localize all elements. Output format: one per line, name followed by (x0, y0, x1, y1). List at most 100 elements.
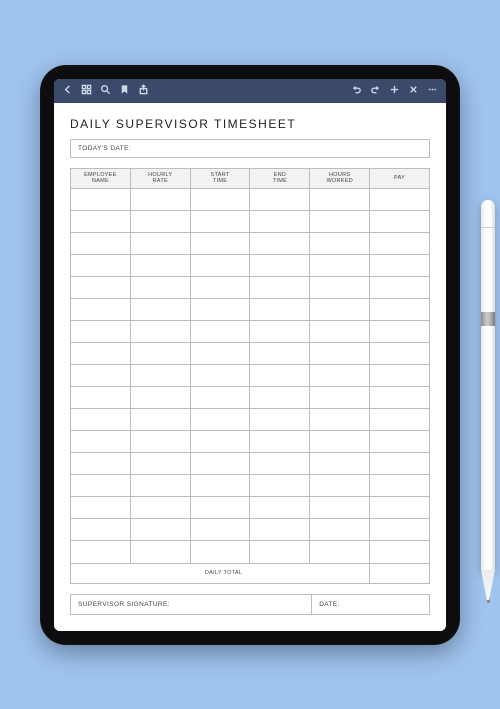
table-cell[interactable] (250, 320, 310, 342)
table-cell[interactable] (190, 453, 250, 475)
todays-date-field[interactable]: TODAY'S DATE: (70, 139, 430, 158)
table-cell[interactable] (130, 188, 190, 210)
table-cell[interactable] (130, 276, 190, 298)
table-cell[interactable] (250, 210, 310, 232)
add-icon[interactable] (389, 84, 400, 98)
table-cell[interactable] (190, 232, 250, 254)
table-cell[interactable] (310, 409, 370, 431)
table-cell[interactable] (190, 519, 250, 541)
table-cell[interactable] (130, 210, 190, 232)
table-cell[interactable] (130, 431, 190, 453)
table-cell[interactable] (71, 453, 131, 475)
table-cell[interactable] (370, 431, 430, 453)
table-cell[interactable] (190, 365, 250, 387)
table-cell[interactable] (370, 519, 430, 541)
table-cell[interactable] (71, 519, 131, 541)
table-cell[interactable] (71, 409, 131, 431)
table-cell[interactable] (370, 320, 430, 342)
table-cell[interactable] (310, 519, 370, 541)
grid-icon[interactable] (81, 84, 92, 98)
table-cell[interactable] (71, 387, 131, 409)
table-cell[interactable] (370, 387, 430, 409)
table-cell[interactable] (250, 519, 310, 541)
share-icon[interactable] (138, 84, 149, 98)
table-cell[interactable] (310, 365, 370, 387)
more-icon[interactable] (427, 84, 438, 98)
table-cell[interactable] (190, 409, 250, 431)
table-cell[interactable] (130, 497, 190, 519)
table-cell[interactable] (310, 320, 370, 342)
table-cell[interactable] (190, 387, 250, 409)
table-cell[interactable] (370, 188, 430, 210)
table-cell[interactable] (190, 475, 250, 497)
table-cell[interactable] (370, 254, 430, 276)
table-cell[interactable] (71, 541, 131, 563)
table-cell[interactable] (250, 497, 310, 519)
table-cell[interactable] (250, 431, 310, 453)
table-cell[interactable] (71, 298, 131, 320)
close-icon[interactable] (408, 84, 419, 98)
table-cell[interactable] (190, 343, 250, 365)
table-cell[interactable] (71, 320, 131, 342)
table-cell[interactable] (130, 254, 190, 276)
table-cell[interactable] (71, 497, 131, 519)
table-cell[interactable] (71, 254, 131, 276)
table-cell[interactable] (370, 497, 430, 519)
table-cell[interactable] (370, 232, 430, 254)
table-cell[interactable] (310, 387, 370, 409)
table-cell[interactable] (250, 387, 310, 409)
table-cell[interactable] (190, 497, 250, 519)
table-cell[interactable] (71, 431, 131, 453)
table-cell[interactable] (250, 343, 310, 365)
table-cell[interactable] (370, 409, 430, 431)
table-cell[interactable] (370, 276, 430, 298)
table-cell[interactable] (250, 276, 310, 298)
supervisor-signature-field[interactable]: SUPERVISOR SIGNATURE: (71, 595, 312, 614)
table-cell[interactable] (370, 343, 430, 365)
table-cell[interactable] (250, 365, 310, 387)
table-cell[interactable] (310, 276, 370, 298)
table-cell[interactable] (310, 475, 370, 497)
table-cell[interactable] (250, 188, 310, 210)
table-cell[interactable] (130, 519, 190, 541)
table-cell[interactable] (71, 188, 131, 210)
table-cell[interactable] (250, 475, 310, 497)
table-cell[interactable] (190, 298, 250, 320)
table-cell[interactable] (250, 298, 310, 320)
table-cell[interactable] (370, 210, 430, 232)
table-cell[interactable] (250, 409, 310, 431)
table-cell[interactable] (130, 541, 190, 563)
table-cell[interactable] (130, 298, 190, 320)
table-cell[interactable] (250, 254, 310, 276)
table-cell[interactable] (190, 276, 250, 298)
table-cell[interactable] (130, 409, 190, 431)
table-cell[interactable] (190, 431, 250, 453)
table-cell[interactable] (310, 254, 370, 276)
table-cell[interactable] (71, 365, 131, 387)
table-cell[interactable] (130, 232, 190, 254)
table-cell[interactable] (250, 453, 310, 475)
table-cell[interactable] (71, 210, 131, 232)
table-cell[interactable] (190, 210, 250, 232)
search-icon[interactable] (100, 84, 111, 98)
table-cell[interactable] (250, 541, 310, 563)
bookmark-icon[interactable] (119, 84, 130, 98)
table-cell[interactable] (190, 320, 250, 342)
table-cell[interactable] (370, 475, 430, 497)
table-cell[interactable] (71, 475, 131, 497)
daily-total-value[interactable] (370, 563, 430, 583)
back-icon[interactable] (62, 84, 73, 98)
table-cell[interactable] (71, 232, 131, 254)
table-cell[interactable] (130, 365, 190, 387)
table-cell[interactable] (370, 541, 430, 563)
table-cell[interactable] (130, 475, 190, 497)
table-cell[interactable] (310, 541, 370, 563)
table-cell[interactable] (310, 210, 370, 232)
table-cell[interactable] (310, 188, 370, 210)
table-cell[interactable] (130, 320, 190, 342)
table-cell[interactable] (310, 431, 370, 453)
table-cell[interactable] (190, 254, 250, 276)
table-cell[interactable] (71, 343, 131, 365)
signature-date-field[interactable]: DATE: (312, 595, 429, 614)
table-cell[interactable] (130, 387, 190, 409)
